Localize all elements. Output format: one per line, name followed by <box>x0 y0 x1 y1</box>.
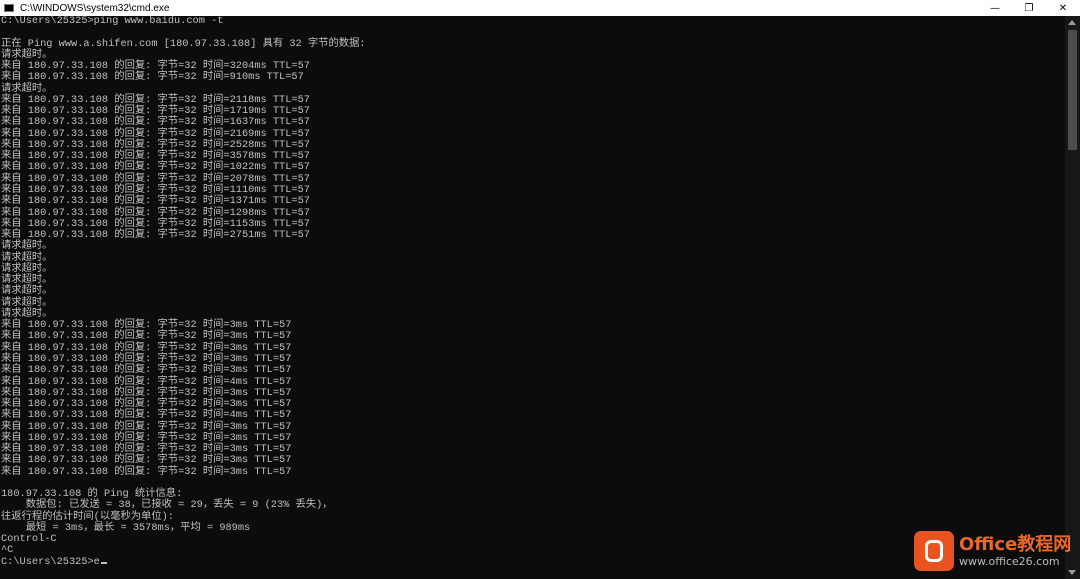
console-line: 请求超时。 <box>1 251 53 264</box>
console-line: 数据包: 已发送 = 38，已接收 = 29，丢失 = 9 (23% 丢失)， <box>1 499 333 512</box>
cmd-icon <box>4 4 14 12</box>
console-line: 来自 180.97.33.108 的回复: 字节=32 时间=1022ms TT… <box>1 161 310 174</box>
console-line: 来自 180.97.33.108 的回复: 字节=32 时间=3ms TTL=5… <box>1 454 292 467</box>
minimize-button[interactable]: — <box>978 0 1012 16</box>
console-line: 来自 180.97.33.108 的回复: 字节=32 时间=3ms TTL=5… <box>1 341 292 354</box>
close-button[interactable]: ✕ <box>1046 0 1080 16</box>
maximize-button[interactable]: ❐ <box>1012 0 1046 16</box>
console-line: 正在 Ping www.a.shifen.com [180.97.33.108]… <box>1 37 366 50</box>
console-line: 来自 180.97.33.108 的回复: 字节=32 时间=3ms TTL=5… <box>1 420 292 433</box>
text-cursor <box>100 561 107 564</box>
window-controls: — ❐ ✕ <box>978 0 1080 16</box>
console-line: Control-C <box>1 533 57 546</box>
window-title: C:\WINDOWS\system32\cmd.exe <box>20 2 170 14</box>
title-bar[interactable]: C:\WINDOWS\system32\cmd.exe — ❐ ✕ <box>0 0 1080 16</box>
console-line: 来自 180.97.33.108 的回复: 字节=32 时间=1371ms TT… <box>1 195 310 208</box>
watermark-name: Office教程网 <box>959 534 1072 555</box>
console-line: 请求超时。 <box>1 82 53 95</box>
console-line: 来自 180.97.33.108 的回复: 字节=32 时间=910ms TTL… <box>1 71 304 84</box>
console-line: 来自 180.97.33.108 的回复: 字节=32 时间=3ms TTL=5… <box>1 364 292 377</box>
console-line: 来自 180.97.33.108 的回复: 字节=32 时间=1298ms TT… <box>1 206 310 219</box>
console-line: 来自 180.97.33.108 的回复: 字节=32 时间=3ms TTL=5… <box>1 330 292 343</box>
office-logo-icon <box>914 531 954 571</box>
console-line: 来自 180.97.33.108 的回复: 字节=32 时间=2169ms TT… <box>1 127 310 140</box>
console-line: 请求超时。 <box>1 285 53 298</box>
console-output[interactable]: C:\Users\25325>ping www.baidu.com -t 正在 … <box>0 16 1065 579</box>
console-line: 来自 180.97.33.108 的回复: 字节=32 时间=1637ms TT… <box>1 116 310 129</box>
console-line: 请求超时。 <box>1 240 53 253</box>
console-line: 来自 180.97.33.108 的回复: 字节=32 时间=1153ms TT… <box>1 217 310 230</box>
console-line: 来自 180.97.33.108 的回复: 字节=32 时间=3ms TTL=5… <box>1 465 292 478</box>
console-line: 请求超时。 <box>1 296 53 309</box>
watermark-site: www.office26.com <box>959 555 1060 568</box>
console-line: 来自 180.97.33.108 的回复: 字节=32 时间=4ms TTL=5… <box>1 375 292 388</box>
console-line: 往返行程的估计时间(以毫秒为单位): <box>1 510 174 523</box>
console-text: C:\Users\25325>ping www.baidu.com -t 正在 … <box>0 16 1065 568</box>
console-line: C:\Users\25325>ping www.baidu.com -t <box>1 16 224 27</box>
command-prompt[interactable]: C:\Users\25325>e <box>1 556 100 568</box>
scrollbar-thumb[interactable] <box>1068 30 1077 150</box>
console-line: 最短 = 3ms，最长 = 3578ms，平均 = 989ms <box>1 521 251 534</box>
console-line: 请求超时。 <box>1 48 53 61</box>
vertical-scrollbar[interactable] <box>1065 16 1080 579</box>
console-line: 来自 180.97.33.108 的回复: 字节=32 时间=4ms TTL=5… <box>1 409 292 422</box>
scroll-up-arrow-icon[interactable] <box>1068 20 1076 25</box>
console-line: 来自 180.97.33.108 的回复: 字节=32 时间=3ms TTL=5… <box>1 386 292 399</box>
watermark: Office教程网 www.office26.com <box>914 528 1076 574</box>
console-line: ^C <box>1 544 14 557</box>
console-line: 来自 180.97.33.108 的回复: 字节=32 时间=2078ms TT… <box>1 172 310 185</box>
